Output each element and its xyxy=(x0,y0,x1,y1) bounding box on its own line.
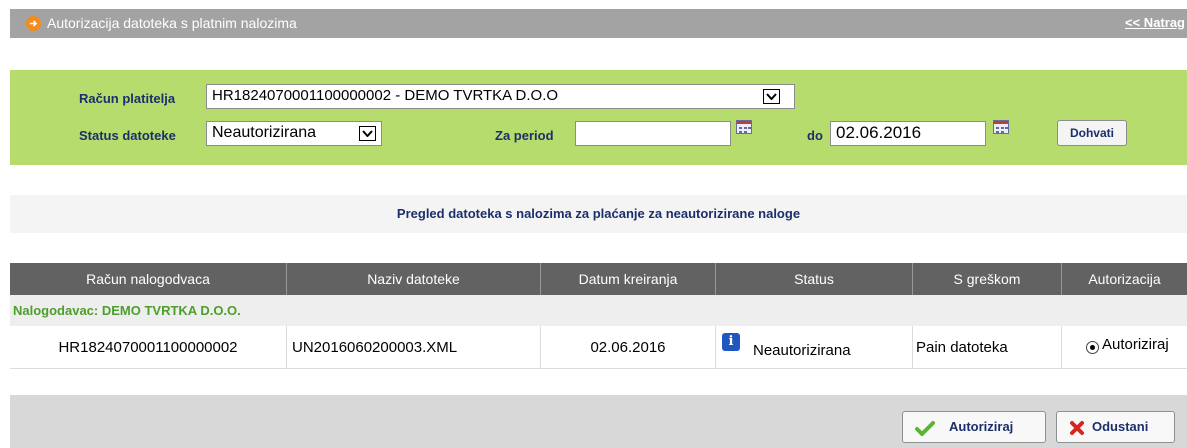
column-header-created[interactable]: Datum kreiranja xyxy=(541,263,716,295)
cell-status: i Neautorizirana xyxy=(716,326,913,369)
column-header-account[interactable]: Račun nalogodvaca xyxy=(10,263,287,295)
section-caption: Pregled datoteka s nalozima za plaćanje … xyxy=(10,195,1187,233)
close-icon xyxy=(1070,421,1084,435)
table-header: Račun nalogodvaca Naziv datoteke Datum k… xyxy=(10,263,1187,295)
column-header-file-name[interactable]: Naziv datoteke xyxy=(287,263,541,295)
period-to-label: do xyxy=(807,128,823,143)
authorize-button[interactable]: Autoriziraj xyxy=(902,411,1046,443)
chevron-down-icon[interactable] xyxy=(359,126,376,141)
authorize-radio[interactable] xyxy=(1086,341,1099,354)
cell-created: 02.06.2016 xyxy=(541,326,716,369)
cancel-button-label: Odustani xyxy=(1092,419,1149,434)
action-bar: Autoriziraj Odustani xyxy=(10,395,1187,448)
authorize-radio-label[interactable]: Autoriziraj xyxy=(1102,326,1169,366)
file-status-label: Status datoteke xyxy=(79,128,176,143)
calendar-icon[interactable] xyxy=(993,120,1009,134)
file-status-select[interactable]: Neautorizirana xyxy=(206,121,382,146)
authorize-button-label: Autoriziraj xyxy=(949,419,1014,434)
cell-authorization: Autoriziraj xyxy=(1062,326,1187,369)
arrow-right-icon xyxy=(26,16,41,31)
page-title-bar: Autorizacija datoteka s platnim nalozima… xyxy=(10,9,1187,38)
payer-account-select[interactable]: HR1824070001100000002 - DEMO TVRTKA D.O.… xyxy=(206,84,795,109)
calendar-icon[interactable] xyxy=(736,120,752,134)
table-row: HR1824070001100000002 UN2016060200003.XM… xyxy=(10,326,1187,369)
fetch-button[interactable]: Dohvati xyxy=(1057,120,1127,146)
filter-panel: Račun platitelja HR1824070001100000002 -… xyxy=(10,70,1187,165)
file-status-value: Neautorizirana xyxy=(212,124,317,141)
group-label: Nalogodavac: DEMO TVRTKA D.O.O. xyxy=(13,303,241,318)
period-label: Za period xyxy=(495,128,554,143)
cell-status-text: Neautorizirana xyxy=(753,342,851,359)
column-header-status[interactable]: Status xyxy=(716,263,913,295)
cell-account: HR1824070001100000002 xyxy=(10,326,287,369)
cancel-button[interactable]: Odustani xyxy=(1056,411,1175,443)
back-link[interactable]: << Natrag xyxy=(1125,15,1185,30)
payer-account-value: HR1824070001100000002 - DEMO TVRTKA D.O.… xyxy=(212,87,559,104)
cell-error: Pain datoteka xyxy=(913,326,1062,369)
cell-file-name: UN2016060200003.XML xyxy=(287,326,541,369)
column-header-error[interactable]: S greškom xyxy=(913,263,1062,295)
period-from-input[interactable] xyxy=(575,121,731,146)
page-title: Autorizacija datoteka s platnim nalozima xyxy=(47,15,297,31)
chevron-down-icon[interactable] xyxy=(763,89,780,104)
payer-account-label: Račun platitelja xyxy=(79,91,176,106)
group-row: Nalogodavac: DEMO TVRTKA D.O.O. xyxy=(10,295,1187,326)
info-icon[interactable]: i xyxy=(722,333,740,351)
check-icon xyxy=(915,421,935,436)
column-header-authorization[interactable]: Autorizacija xyxy=(1062,263,1187,295)
period-to-input[interactable]: 02.06.2016 xyxy=(830,121,986,146)
